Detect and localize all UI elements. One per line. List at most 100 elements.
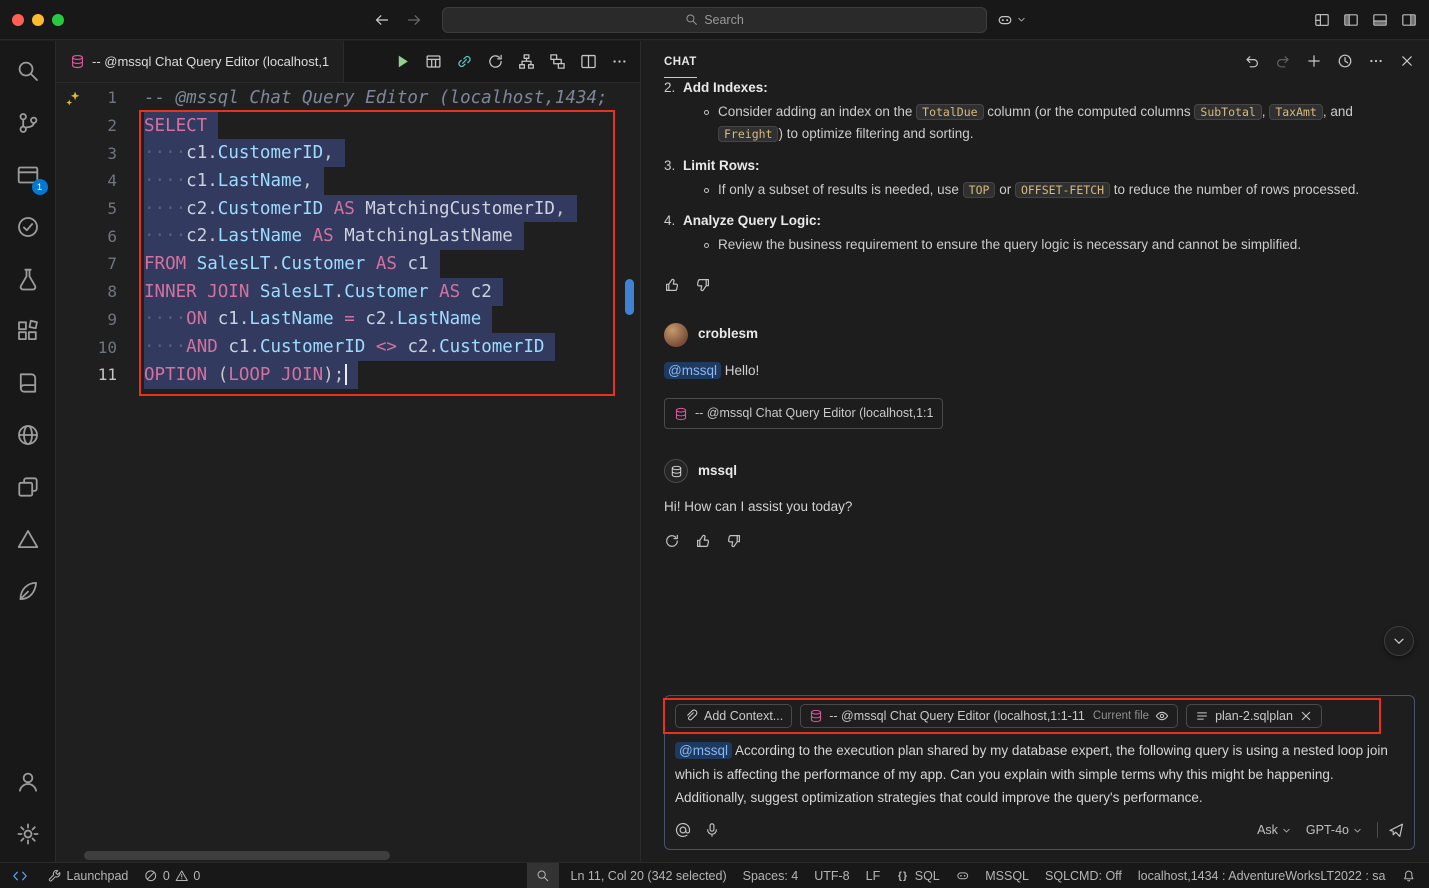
- tab-query-editor[interactable]: -- @mssql Chat Query Editor (localhost,1: [56, 41, 344, 82]
- history-forward-icon[interactable]: [406, 12, 422, 28]
- editor-horizontal-scrollbar-thumb[interactable]: [84, 851, 390, 860]
- copilot-sparkle-icon[interactable]: [65, 90, 82, 107]
- message-attachment-chip[interactable]: -- @mssql Chat Query Editor (localhost,1…: [664, 398, 943, 429]
- language-status[interactable]: {} SQL: [888, 863, 948, 888]
- add-context-button[interactable]: Add Context...: [675, 704, 792, 728]
- thumbs-up-icon[interactable]: [664, 277, 680, 293]
- activity-item-run-debug[interactable]: [0, 253, 56, 305]
- chat-history-icon[interactable]: [1337, 53, 1353, 69]
- toggle-panel-button[interactable]: [1372, 12, 1388, 28]
- new-chat-icon[interactable]: [1306, 53, 1322, 69]
- connection-status[interactable]: localhost,1434 : AdventureWorksLT2022 : …: [1130, 863, 1394, 888]
- chat-input-container[interactable]: Add Context... -- @mssql Chat Query Edit…: [664, 695, 1415, 850]
- regenerate-icon[interactable]: [664, 533, 680, 549]
- run-query-button[interactable]: [394, 53, 411, 70]
- code-token: SELECT: [144, 116, 207, 136]
- file-lines-icon: [1195, 709, 1209, 723]
- eye-icon[interactable]: [1155, 709, 1169, 723]
- activity-item-source-control[interactable]: [0, 97, 56, 149]
- thumbs-up-icon[interactable]: [695, 533, 711, 549]
- code-line[interactable]: 7 FROM SalesLT.Customer AS c1: [56, 250, 640, 278]
- activity-item-settings[interactable]: [0, 808, 56, 860]
- activity-item-database-projects[interactable]: [0, 565, 56, 617]
- minimize-window-button[interactable]: [32, 14, 44, 26]
- notifications-status[interactable]: [1394, 863, 1424, 888]
- more-actions-icon[interactable]: [1368, 53, 1384, 69]
- chevron-down-icon: [1391, 633, 1407, 649]
- indentation-status[interactable]: Spaces: 4: [735, 863, 807, 888]
- redo-icon[interactable]: [1275, 53, 1291, 69]
- thumbs-down-icon[interactable]: [726, 533, 742, 549]
- sqlcmd-status[interactable]: SQLCMD: Off: [1037, 863, 1130, 888]
- mode-picker[interactable]: Ask: [1253, 821, 1296, 839]
- history-back-icon[interactable]: [374, 12, 390, 28]
- customize-layout-button[interactable]: [1314, 12, 1330, 28]
- code-token: .: [207, 143, 218, 163]
- cursor-position-status[interactable]: Ln 11, Col 20 (342 selected): [563, 863, 735, 888]
- code-line[interactable]: 1 -- @mssql Chat Query Editor (localhost…: [56, 84, 640, 112]
- close-icon[interactable]: [1299, 709, 1313, 723]
- list-number: 3.: [664, 155, 683, 207]
- results-grid-button[interactable]: [425, 53, 442, 70]
- more-actions-button[interactable]: [611, 53, 628, 70]
- list-item-title: Limit Rows:: [683, 155, 1403, 178]
- check-circle-icon: [16, 215, 40, 239]
- toggle-primary-sidebar-button[interactable]: [1343, 12, 1359, 28]
- schema-designer-button[interactable]: [549, 53, 566, 70]
- copilot-menu-button[interactable]: [997, 12, 1027, 28]
- estimated-plan-button[interactable]: [487, 53, 504, 70]
- problems-status[interactable]: 0 0: [136, 863, 208, 888]
- split-editor-button[interactable]: [580, 53, 597, 70]
- activity-item-testing[interactable]: [0, 201, 56, 253]
- code-line[interactable]: 8 INNER JOIN SalesLT.Customer AS c2: [56, 278, 640, 306]
- attach-context-icon[interactable]: [675, 822, 691, 838]
- copilot-status[interactable]: [948, 863, 978, 888]
- mssql-status[interactable]: MSSQL: [977, 863, 1037, 888]
- plan-file-chip[interactable]: plan-2.sqlplan: [1186, 704, 1322, 728]
- activity-item-search[interactable]: [0, 45, 56, 97]
- zoom-window-button[interactable]: [52, 14, 64, 26]
- activity-item-extensions[interactable]: [0, 305, 56, 357]
- remote-indicator[interactable]: [0, 863, 40, 888]
- activity-item-notebooks[interactable]: [0, 357, 56, 409]
- chat-input-text[interactable]: @mssql According to the execution plan s…: [675, 739, 1404, 809]
- code-editor[interactable]: 1 -- @mssql Chat Query Editor (localhost…: [56, 83, 640, 862]
- scroll-to-bottom-button[interactable]: [1384, 626, 1414, 656]
- mention-chip[interactable]: @mssql: [675, 742, 732, 759]
- send-button[interactable]: [1388, 822, 1404, 838]
- eol-status[interactable]: LF: [858, 863, 889, 888]
- activity-item-github[interactable]: [0, 409, 56, 461]
- code-line[interactable]: 6 ····c2.LastName AS MatchingLastName: [56, 222, 640, 250]
- schema-visualize-button[interactable]: [518, 53, 535, 70]
- encoding-status[interactable]: UTF-8: [806, 863, 857, 888]
- activity-item-remote-explorer[interactable]: 1: [0, 149, 56, 201]
- close-window-button[interactable]: [12, 14, 24, 26]
- code-line[interactable]: 5 ····c2.CustomerID AS MatchingCustomerI…: [56, 195, 640, 223]
- traffic-lights: [0, 14, 86, 26]
- code-line[interactable]: 9 ····ON c1.LastName = c2.LastName: [56, 306, 640, 334]
- connect-button[interactable]: [456, 53, 473, 70]
- close-panel-icon[interactable]: [1399, 53, 1415, 69]
- code-line[interactable]: 11 OPTION (LOOP JOIN);: [56, 361, 640, 389]
- chat-header-actions: [1244, 53, 1415, 69]
- layers-icon: [16, 475, 40, 499]
- editor-scrollbar-thumb[interactable]: [625, 279, 634, 315]
- voice-input-icon[interactable]: [704, 822, 720, 838]
- file-context-chip[interactable]: -- @mssql Chat Query Editor (localhost,1…: [800, 704, 1178, 728]
- activity-item-accounts[interactable]: [0, 756, 56, 808]
- code-line[interactable]: 10 ····AND c1.CustomerID <> c2.CustomerI…: [56, 333, 640, 361]
- undo-icon[interactable]: [1244, 53, 1260, 69]
- code-line[interactable]: 3 ····c1.CustomerID,: [56, 139, 640, 167]
- zoom-status[interactable]: [527, 863, 559, 888]
- code-line[interactable]: 4 ····c1.LastName,: [56, 167, 640, 195]
- thumbs-down-icon[interactable]: [695, 277, 711, 293]
- launchpad-status[interactable]: Launchpad: [40, 863, 136, 888]
- line-number: 4: [56, 171, 144, 190]
- mention-chip[interactable]: @mssql: [664, 362, 721, 379]
- model-picker[interactable]: GPT-4o: [1302, 821, 1367, 839]
- toggle-secondary-sidebar-button[interactable]: [1401, 12, 1417, 28]
- activity-item-windows[interactable]: [0, 461, 56, 513]
- code-line[interactable]: 2 SELECT: [56, 112, 640, 140]
- activity-item-azure[interactable]: [0, 513, 56, 565]
- command-center-search[interactable]: Search: [442, 7, 987, 33]
